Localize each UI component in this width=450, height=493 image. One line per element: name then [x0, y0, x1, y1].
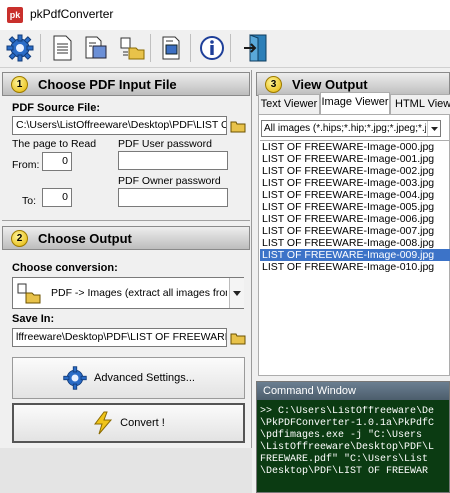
save-in-input[interactable]: lffreeware\Desktop\PDF\LIST OF FREEWARE — [12, 328, 227, 347]
open-folder-icon[interactable] — [116, 32, 148, 64]
pdf-to-images-icon — [17, 283, 41, 304]
tab-html-viewer[interactable]: HTML Viewer — [390, 94, 450, 114]
list-item[interactable]: LIST OF FREEWARE-Image-009.jpg — [260, 249, 450, 261]
list-item[interactable]: LIST OF FREEWARE-Image-008.jpg — [260, 237, 450, 249]
file-filter-value: All images (*.hips;*.hip;*.jpg;*.jpeg;*.… — [264, 123, 426, 134]
owner-password-input[interactable] — [118, 188, 228, 207]
list-item[interactable]: LIST OF FREEWARE-Image-003.jpg — [260, 177, 450, 189]
view-panel-title: View Output — [292, 76, 368, 92]
toolbar-separator — [150, 34, 151, 62]
conversion-value: PDF -> Images (extract all images from P… — [51, 287, 227, 299]
advanced-settings-label: Advanced Settings... — [94, 372, 195, 384]
command-line: >> C:\Users\ListOffreeware\De — [260, 406, 435, 417]
list-item[interactable]: LIST OF FREEWARE-Image-002.jpg — [260, 165, 450, 177]
command-line: \pdfimages.exe -j "C:\Users — [260, 430, 423, 441]
to-page-input[interactable]: 0 — [42, 188, 72, 207]
owner-password-label: PDF Owner password — [118, 175, 221, 187]
panel-divider — [2, 220, 250, 221]
input-panel-header: 1 Choose PDF Input File — [2, 72, 250, 96]
chevron-down-icon[interactable] — [427, 121, 440, 136]
document-icon[interactable] — [46, 32, 78, 64]
info-icon[interactable] — [196, 32, 228, 64]
tab-image-viewer[interactable]: Image Viewer — [320, 92, 390, 115]
window-title: pkPdfConverter — [30, 7, 114, 21]
browse-source-button[interactable] — [229, 116, 247, 135]
settings-icon[interactable] — [4, 32, 36, 64]
input-panel-title: Choose PDF Input File — [38, 76, 177, 92]
app-icon: pk — [7, 7, 23, 23]
user-password-label: PDF User password — [118, 138, 212, 150]
toolbar-separator — [40, 34, 41, 62]
command-window-title: Command Window — [257, 382, 449, 400]
step-badge: 1 — [11, 75, 28, 93]
tab-text-viewer[interactable]: Text Viewer — [258, 94, 320, 114]
list-item[interactable]: LIST OF FREEWARE-Image-007.jpg — [260, 225, 450, 237]
output-panel-title: Choose Output — [38, 230, 132, 246]
from-page-input[interactable]: 0 — [42, 152, 72, 171]
file-list[interactable]: LIST OF FREEWARE-Image-000.jpg LIST OF FR… — [260, 140, 450, 375]
list-item[interactable]: LIST OF FREEWARE-Image-004.jpg — [260, 189, 450, 201]
output-panel-header: 2 Choose Output — [2, 226, 250, 250]
to-label: To: — [22, 195, 37, 207]
browse-output-button[interactable] — [229, 328, 247, 347]
list-item[interactable]: LIST OF FREEWARE-Image-001.jpg — [260, 153, 450, 165]
source-file-input[interactable]: C:\Users\ListOffreeware\Desktop\PDF\LIST… — [12, 116, 227, 135]
list-item[interactable]: LIST OF FREEWARE-Image-000.jpg — [260, 141, 450, 153]
command-line: \PkPDFConverter-1.0.1a\PkPdfC — [260, 418, 435, 429]
left-footer — [0, 448, 252, 493]
lightning-icon — [94, 411, 113, 435]
from-label: From: — [12, 159, 40, 171]
chevron-down-icon[interactable] — [229, 278, 244, 308]
command-line: \Desktop\PDF\LIST OF FREEWAR — [260, 466, 429, 477]
step-badge: 2 — [11, 229, 28, 247]
conversion-select[interactable]: PDF -> Images (extract all images from P… — [12, 277, 244, 309]
convert-document-icon[interactable] — [80, 32, 112, 64]
convert-label: Convert ! — [120, 417, 165, 429]
command-line: FREEWARE.pdf" "C:\Users\List — [260, 454, 429, 465]
folder-icon — [230, 333, 246, 344]
list-item[interactable]: LIST OF FREEWARE-Image-005.jpg — [260, 201, 450, 213]
page-range-label: The page to Read — [12, 138, 97, 150]
user-password-input[interactable] — [118, 151, 228, 170]
toolbar-separator — [190, 34, 191, 62]
source-file-label: PDF Source File: — [12, 102, 101, 114]
list-item[interactable]: LIST OF FREEWARE-Image-010.jpg — [260, 261, 450, 273]
conversion-label: Choose conversion: — [12, 262, 118, 274]
folder-icon — [230, 121, 246, 132]
save-in-label: Save In: — [12, 313, 55, 325]
convert-button[interactable]: Convert ! — [12, 403, 245, 443]
view-document-icon[interactable] — [156, 32, 188, 64]
exit-icon[interactable] — [240, 32, 272, 64]
command-output: >> C:\Users\ListOffreeware\De \PkPDFConve… — [260, 406, 448, 492]
gear-icon — [63, 366, 87, 390]
file-filter-select[interactable]: All images (*.hips;*.hip;*.jpg;*.jpeg;*.… — [261, 120, 441, 137]
advanced-settings-button[interactable]: Advanced Settings... — [12, 357, 245, 399]
list-item[interactable]: LIST OF FREEWARE-Image-006.jpg — [260, 213, 450, 225]
step-badge: 3 — [265, 75, 282, 93]
toolbar-separator — [230, 34, 231, 62]
command-line: \ListOffreeware\Desktop\PDF\L — [260, 442, 435, 453]
